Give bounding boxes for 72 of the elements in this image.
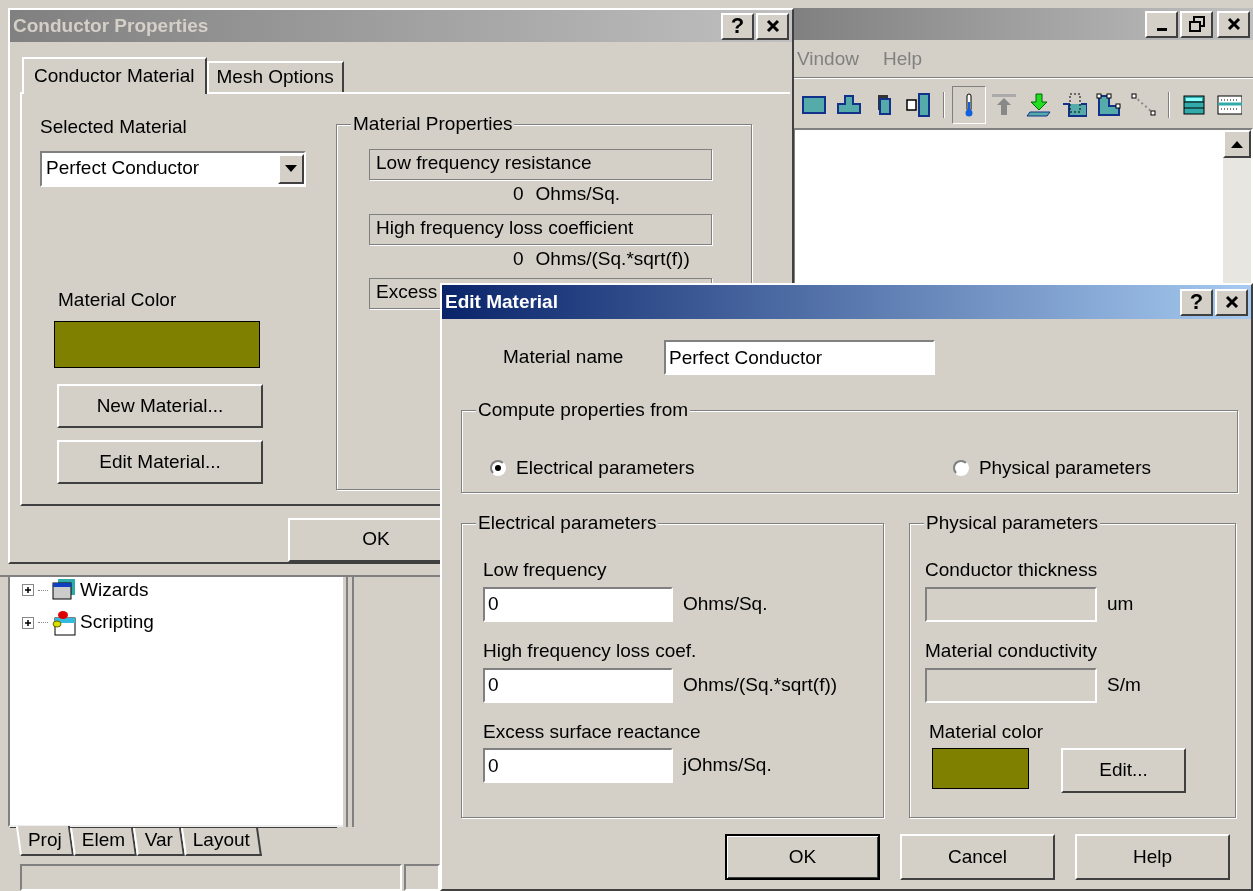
window-title: Conductor Properties <box>13 14 210 38</box>
property-value: 0 <box>513 247 524 271</box>
tab[interactable]: Mesh Options <box>206 61 344 92</box>
up-arrow-icon <box>991 91 1017 118</box>
property-label: Low frequency resistance <box>369 148 712 180</box>
name-field[interactable]: Perfect Conductor <box>664 340 935 375</box>
field-label: Conductor thickness <box>925 559 1098 582</box>
restore-icon <box>1188 16 1205 32</box>
dropdown-arrow-icon <box>285 165 297 173</box>
field-label: High frequency loss coef. <box>483 639 697 663</box>
expand-icon[interactable] <box>22 616 34 629</box>
property-label: High frequency loss coefficient <box>369 213 712 245</box>
field-label: Excess surface reactance <box>483 720 701 744</box>
restore-button[interactable] <box>1180 10 1213 38</box>
unit-label: um <box>1107 592 1134 616</box>
close-button[interactable] <box>1215 288 1248 316</box>
tab[interactable]: Elem <box>69 827 138 856</box>
close-icon <box>1224 295 1239 309</box>
input-field[interactable]: 0 <box>483 748 673 784</box>
unit-label: S/m <box>1107 673 1141 697</box>
close-icon <box>1226 17 1241 31</box>
field-label: Material color <box>929 720 1044 744</box>
dialog-button[interactable]: OK <box>725 834 880 880</box>
property-value: 0 <box>513 182 524 206</box>
tab[interactable]: Var <box>133 827 186 856</box>
unit-label: Ohms/(Sq.*sqrt(f)) <box>683 673 838 697</box>
tree-item[interactable]: Wizards <box>80 579 149 602</box>
minimize-button[interactable] <box>1145 10 1178 38</box>
option-label[interactable]: Electrical parameters <box>516 456 695 480</box>
dialog-button[interactable]: Edit Material... <box>57 440 263 485</box>
radio-button[interactable] <box>490 460 506 476</box>
tab[interactable]: Layout <box>181 827 263 856</box>
tree-item[interactable]: Scripting <box>80 611 154 635</box>
dotted-line-icon <box>1131 91 1157 118</box>
node-box-icon <box>1096 91 1122 118</box>
radio-button[interactable] <box>952 460 969 476</box>
unit-label: Ohms/(Sq.*sqrt(f)) <box>535 247 690 271</box>
help-button[interactable]: ? <box>721 12 754 40</box>
tab[interactable]: Proj <box>15 825 74 856</box>
minimize-icon <box>1156 27 1167 31</box>
field-label: Low frequency <box>483 559 607 582</box>
dialog-button[interactable]: New Material... <box>57 384 263 429</box>
unit-label: jOhms/Sq. <box>683 754 772 778</box>
help-button[interactable]: ? <box>1180 288 1213 316</box>
down-arrow-icon <box>1026 91 1052 118</box>
edit-button[interactable]: Edit... <box>1061 748 1186 794</box>
status-bar-panel <box>404 863 440 891</box>
scroll-up-button[interactable] <box>1223 129 1251 158</box>
field-label: Material conductivity <box>925 639 1098 663</box>
input-field[interactable]: 0 <box>483 586 673 622</box>
splitter-bar[interactable] <box>346 577 354 827</box>
dialog-button[interactable]: Cancel <box>900 834 1055 880</box>
option-label[interactable]: Physical parameters <box>978 456 1151 480</box>
close-icon <box>765 19 780 33</box>
dashed-box-icon <box>1061 91 1087 118</box>
dialog-button[interactable]: Help <box>1075 834 1230 880</box>
up-arrow-icon <box>1231 139 1243 148</box>
field-label: Material name <box>503 346 625 369</box>
boxed-column-icon <box>906 91 932 118</box>
field-label: Selected Material <box>40 115 187 139</box>
toolbar-button[interactable] <box>952 85 986 124</box>
tab[interactable]: Conductor Material <box>22 57 207 94</box>
input-field[interactable]: 0 <box>483 667 673 703</box>
unit-label: Ohms/Sq. <box>535 182 621 206</box>
expand-icon[interactable] <box>22 584 34 597</box>
close-button[interactable] <box>756 12 789 40</box>
material-dropdown[interactable]: Perfect Conductor <box>40 150 306 187</box>
window-icon <box>52 579 76 602</box>
unit-label: Ohms/Sq. <box>683 592 768 616</box>
field-label: Material Color <box>58 288 177 312</box>
close-button[interactable] <box>1217 10 1250 38</box>
script-window-icon <box>52 609 76 636</box>
